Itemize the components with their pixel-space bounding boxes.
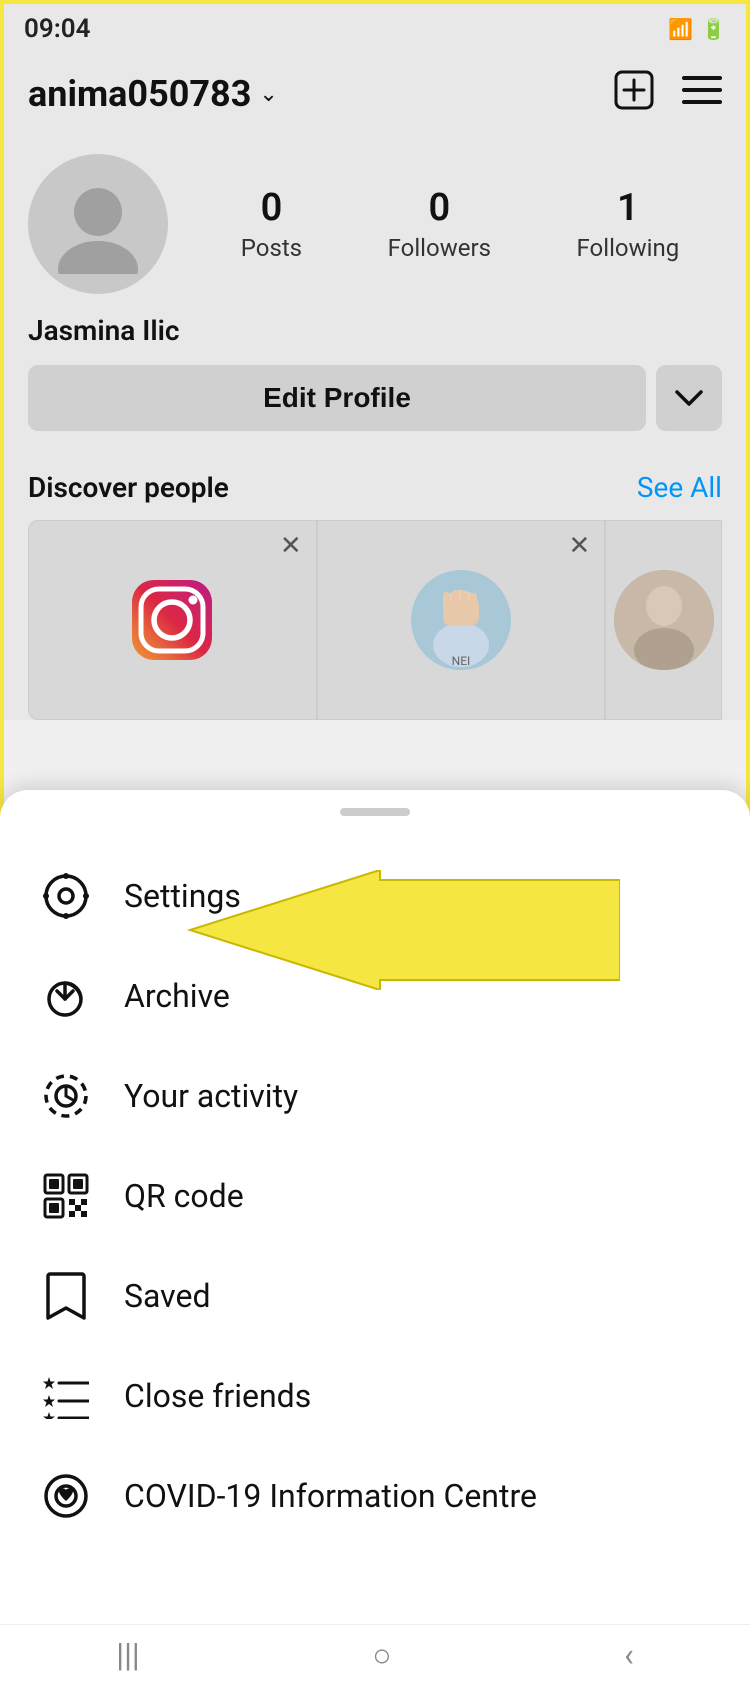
followers-stat[interactable]: 0 Followers — [388, 186, 491, 262]
your-activity-icon — [40, 1070, 92, 1122]
posts-label: Posts — [241, 234, 302, 262]
menu-item-archive[interactable]: Archive — [0, 946, 750, 1046]
home-button[interactable]: ○ — [372, 1636, 391, 1674]
covid-icon — [40, 1470, 92, 1522]
see-all-link[interactable]: See All — [637, 471, 722, 504]
your-activity-label: Your activity — [124, 1077, 298, 1115]
posts-count: 0 — [261, 186, 283, 230]
menu-item-close-friends[interactable]: Close friends — [0, 1346, 750, 1446]
bottom-nav: ||| ○ ‹ — [0, 1624, 750, 1684]
back-button[interactable]: ‹ — [624, 1636, 634, 1674]
signal-icon: 📶 — [668, 17, 693, 41]
display-name: Jasmina Ilic — [28, 314, 722, 347]
status-time: 09:04 — [24, 14, 91, 44]
edit-profile-button[interactable]: Edit Profile — [28, 365, 646, 431]
username-dropdown-arrow[interactable]: ⌄ — [259, 82, 277, 107]
followers-label: Followers — [388, 234, 491, 262]
settings-icon — [40, 870, 92, 922]
discover-section: Discover people See All ✕ — [4, 471, 746, 720]
covid-label: COVID-19 Information Centre — [124, 1477, 537, 1515]
bottom-sheet: Settings Archive Your activity — [0, 790, 750, 1624]
discover-title: Discover people — [28, 471, 229, 504]
qr-code-label: QR code — [124, 1177, 244, 1215]
saved-icon — [40, 1270, 92, 1322]
status-bar: 09:04 📶 🔋 — [4, 4, 746, 54]
menu-item-your-activity[interactable]: Your activity — [0, 1046, 750, 1146]
posts-stat[interactable]: 0 Posts — [241, 186, 302, 262]
username-area[interactable]: anima050783 ⌄ — [28, 73, 278, 115]
discover-card-3[interactable] — [605, 520, 722, 720]
close-friends-icon — [40, 1370, 92, 1422]
menu-item-qr-code[interactable]: QR code — [0, 1146, 750, 1246]
profile-section: 0 Posts 0 Followers 1 Following Jasmina … — [4, 134, 746, 471]
settings-label: Settings — [124, 877, 241, 915]
add-post-icon[interactable] — [614, 70, 654, 118]
top-nav: anima050783 ⌄ — [4, 54, 746, 134]
sheet-handle — [340, 808, 410, 816]
archive-label: Archive — [124, 977, 230, 1015]
discover-cards: ✕ ✕ — [28, 520, 722, 720]
discover-header: Discover people See All — [28, 471, 722, 504]
following-label: Following — [577, 234, 680, 262]
status-icons: 📶 🔋 — [668, 17, 726, 41]
avatar[interactable] — [28, 154, 168, 294]
hamburger-menu-icon[interactable] — [682, 73, 722, 115]
close-friends-label: Close friends — [124, 1377, 311, 1415]
following-stat[interactable]: 1 Following — [577, 186, 680, 262]
nav-icons — [614, 70, 722, 118]
close-card-2[interactable]: ✕ — [569, 531, 591, 561]
archive-icon — [40, 970, 92, 1022]
qr-code-icon — [40, 1170, 92, 1222]
discover-card-2[interactable]: ✕ NEI — [317, 520, 606, 720]
recent-apps-button[interactable]: ||| — [116, 1636, 139, 1674]
followers-count: 0 — [428, 186, 450, 230]
menu-item-saved[interactable]: Saved — [0, 1246, 750, 1346]
battery-icon: 🔋 — [701, 17, 726, 41]
profile-top: 0 Posts 0 Followers 1 Following — [28, 154, 722, 294]
svg-text:NEI: NEI — [452, 654, 471, 668]
stats-row: 0 Posts 0 Followers 1 Following — [198, 186, 722, 262]
saved-label: Saved — [124, 1277, 210, 1315]
profile-options-button[interactable] — [656, 365, 722, 431]
discover-card-1[interactable]: ✕ — [28, 520, 317, 720]
card-avatar-2: NEI — [411, 570, 511, 670]
following-count: 1 — [617, 186, 639, 230]
username-label: anima050783 — [28, 73, 251, 115]
close-card-1[interactable]: ✕ — [280, 531, 302, 561]
menu-item-covid[interactable]: COVID-19 Information Centre — [0, 1446, 750, 1546]
profile-buttons: Edit Profile — [28, 365, 722, 431]
menu-item-settings[interactable]: Settings — [0, 846, 750, 946]
